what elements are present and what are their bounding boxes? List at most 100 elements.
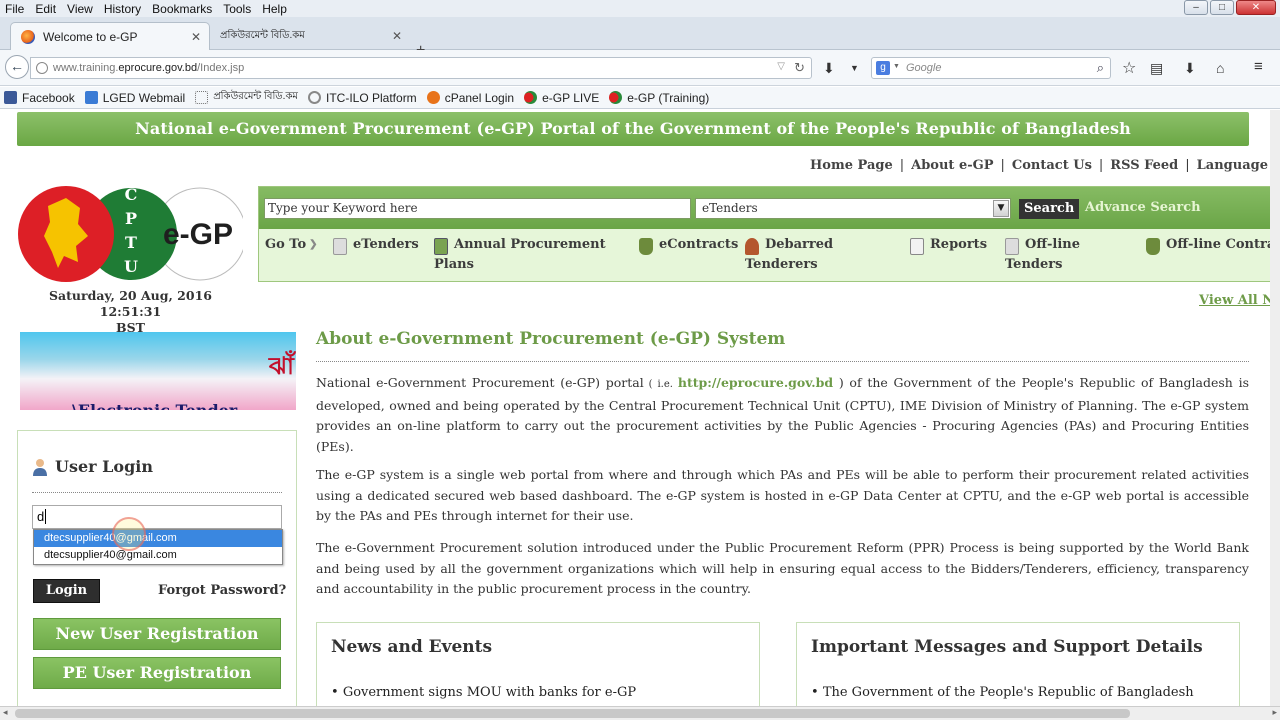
goto-reports[interactable]: Reports [910, 235, 987, 255]
menu-file[interactable]: File [0, 2, 30, 16]
goto-item-label2: Tenders [1005, 257, 1063, 272]
back-arrow-icon[interactable]: ← [5, 55, 29, 79]
menu-view[interactable]: View [62, 2, 99, 16]
messages-item-text: The Government of the People's Republic … [822, 685, 1194, 700]
messages-item[interactable]: • The Government of the People's Republi… [811, 685, 1194, 700]
new-user-registration-button[interactable]: New User Registration [33, 618, 281, 650]
date-line: Saturday, 20 Aug, 2016 12:51:31 [49, 288, 212, 319]
pe-user-registration-button[interactable]: PE User Registration [33, 657, 281, 689]
goto-text: Go To [265, 237, 307, 252]
bookmark-itc-ilo[interactable]: ITC-ILO Platform [308, 91, 417, 105]
about-text: National e-Government Procurement (e-GP)… [316, 375, 644, 390]
downloads-icon[interactable]: ⬇ [1184, 60, 1196, 77]
username-input[interactable]: d [32, 505, 282, 529]
egp-icon [524, 91, 538, 104]
home-icon[interactable]: ⌂ [1216, 60, 1224, 76]
url-domain: eprocure.gov.bd [118, 62, 198, 74]
trophy-icon [639, 238, 653, 255]
logo-t: T [125, 233, 137, 252]
reload-icon[interactable]: ↻ [794, 60, 805, 76]
goto-item-label: eTenders [353, 237, 419, 252]
tab-close-icon[interactable]: ✕ [191, 30, 201, 44]
bookmark-facebook[interactable]: Facebook [4, 91, 75, 105]
tab-welcome-egp[interactable]: Welcome to e-GP ✕ [10, 22, 210, 50]
scroll-right-icon[interactable]: ▸ [1272, 707, 1277, 718]
news-title: News and Events [331, 637, 493, 657]
bookmark-procurement-bd[interactable]: প্রকিউরমেন্ট বিডি.কম [195, 89, 298, 106]
bookmark-egp-training[interactable]: e-GP (Training) [609, 91, 709, 105]
tab-close-icon[interactable]: ✕ [392, 29, 402, 43]
goto-item-label: Annual Procurement [454, 237, 606, 252]
tab-procurement-bd[interactable]: প্রকিউরমেন্ট বিডি.কম ✕ [210, 22, 410, 50]
chevron-down-icon[interactable]: ▼ [850, 63, 859, 73]
bookmark-label: প্রকিউরমেন্ট বিডি.কম [213, 91, 298, 102]
news-item[interactable]: • Government signs MOU with banks for e-… [331, 685, 636, 700]
search-icon[interactable]: ⌕ [1097, 60, 1104, 76]
goto-offline-tenders[interactable]: Off-line Tenders [1005, 235, 1080, 275]
url-bar[interactable]: www.training. eprocure.gov.bd/Index.jsp ↻… [30, 57, 812, 79]
bookmark-lged[interactable]: LGED Webmail [84, 91, 185, 105]
advance-search-link[interactable]: Advance Search [1085, 200, 1201, 215]
search-engine-bar[interactable]: g ▼ Google ⌕ [871, 57, 1111, 79]
cpanel-icon [426, 91, 440, 104]
goto-item-label: eContracts [659, 237, 739, 252]
menu-edit[interactable]: Edit [30, 2, 62, 16]
globe-icon [36, 62, 48, 74]
scrollbar-thumb[interactable] [15, 709, 1130, 718]
menu-history[interactable]: History [99, 2, 147, 16]
goto-offline-contracts[interactable]: Off-line Contra [1146, 235, 1275, 255]
link-contact-us[interactable]: Contact Us [1012, 158, 1092, 173]
autocomplete-option[interactable]: dtecsupplier40@gmail.com [34, 530, 282, 547]
eprocure-link[interactable]: http://eprocure.gov.bd [678, 375, 833, 390]
download-arrow-icon[interactable]: ⬇ [823, 60, 835, 77]
goto-item-label: Off-line [1025, 237, 1080, 252]
scroll-left-icon[interactable]: ◂ [3, 707, 8, 718]
bookmark-label: Facebook [22, 90, 75, 105]
autocomplete-option[interactable]: dtecsupplier40@gmail.com [34, 547, 282, 564]
about-paragraph-3: The e-Government Procurement solution in… [316, 540, 1249, 596]
menu-tools[interactable]: Tools [218, 2, 257, 16]
minimize-icon[interactable]: – [1184, 0, 1208, 15]
bookmark-cpanel[interactable]: cPanel Login [426, 91, 514, 105]
link-about-egp[interactable]: About e-GP [911, 158, 993, 173]
close-window-icon[interactable]: ✕ [1236, 0, 1276, 15]
news-item-text: Government signs MOU with banks for e-GP [342, 685, 637, 700]
news-events-panel: News and Events • Government signs MOU w… [316, 622, 760, 706]
tab-bar: Welcome to e-GP ✕ প্রকিউরমেন্ট বিডি.কম ✕… [0, 17, 1280, 59]
egp-logo[interactable]: C P T U e-GP [18, 176, 243, 301]
hamburger-menu-icon[interactable]: ≡ [1254, 58, 1263, 75]
electronic-tender-banner[interactable]: ঝাঁ \Electronic Tender [20, 332, 296, 410]
link-rss-feed[interactable]: RSS Feed [1110, 158, 1178, 173]
chevron-down-icon[interactable]: ▼ [993, 200, 1009, 217]
about-paragraph-2: The e-GP system is a single web portal f… [316, 467, 1249, 523]
menu-help[interactable]: Help [257, 2, 293, 16]
firefox-favicon-icon [21, 29, 35, 44]
dropdown-arrow-icon[interactable]: ▽ [777, 61, 785, 72]
category-select[interactable]: eTenders ▼ [695, 198, 1011, 219]
goto-etenders[interactable]: eTenders [333, 235, 419, 255]
search-button[interactable]: Search [1019, 199, 1080, 219]
link-language[interactable]: Language [1197, 158, 1268, 173]
divider [32, 492, 282, 493]
goto-app[interactable]: Annual Procurement Plans [434, 235, 606, 275]
goto-econtracts[interactable]: eContracts [639, 235, 738, 255]
forgot-password-link[interactable]: Forgot Password? [158, 583, 286, 598]
google-icon: g [876, 61, 890, 75]
goto-debarred[interactable]: Debarred Tenderers [745, 235, 833, 275]
vertical-scrollbar[interactable] [1270, 110, 1280, 706]
login-button[interactable]: Login [33, 579, 100, 603]
maximize-icon[interactable]: □ [1210, 0, 1234, 15]
mouse-cursor-highlight [112, 517, 146, 551]
horizontal-scrollbar[interactable]: ◂ ▸ [0, 706, 1280, 720]
bookmark-egp-live[interactable]: e-GP LIVE [524, 91, 599, 105]
keyword-input[interactable]: Type your Keyword here [264, 198, 691, 219]
menu-bookmarks[interactable]: Bookmarks [147, 2, 218, 16]
view-all-link[interactable]: View All N [1199, 293, 1274, 308]
chevron-down-icon[interactable]: ▼ [893, 63, 900, 70]
reading-list-icon[interactable]: ▤ [1150, 60, 1163, 77]
about-title: About e-Government Procurement (e-GP) Sy… [316, 329, 786, 349]
link-home-page[interactable]: Home Page [810, 158, 893, 173]
tab-label: প্রকিউরমেন্ট বিডি.কম [220, 29, 305, 41]
star-bookmark-icon[interactable]: ☆ [1122, 58, 1136, 78]
window-controls: – □ ✕ [1184, 0, 1276, 15]
